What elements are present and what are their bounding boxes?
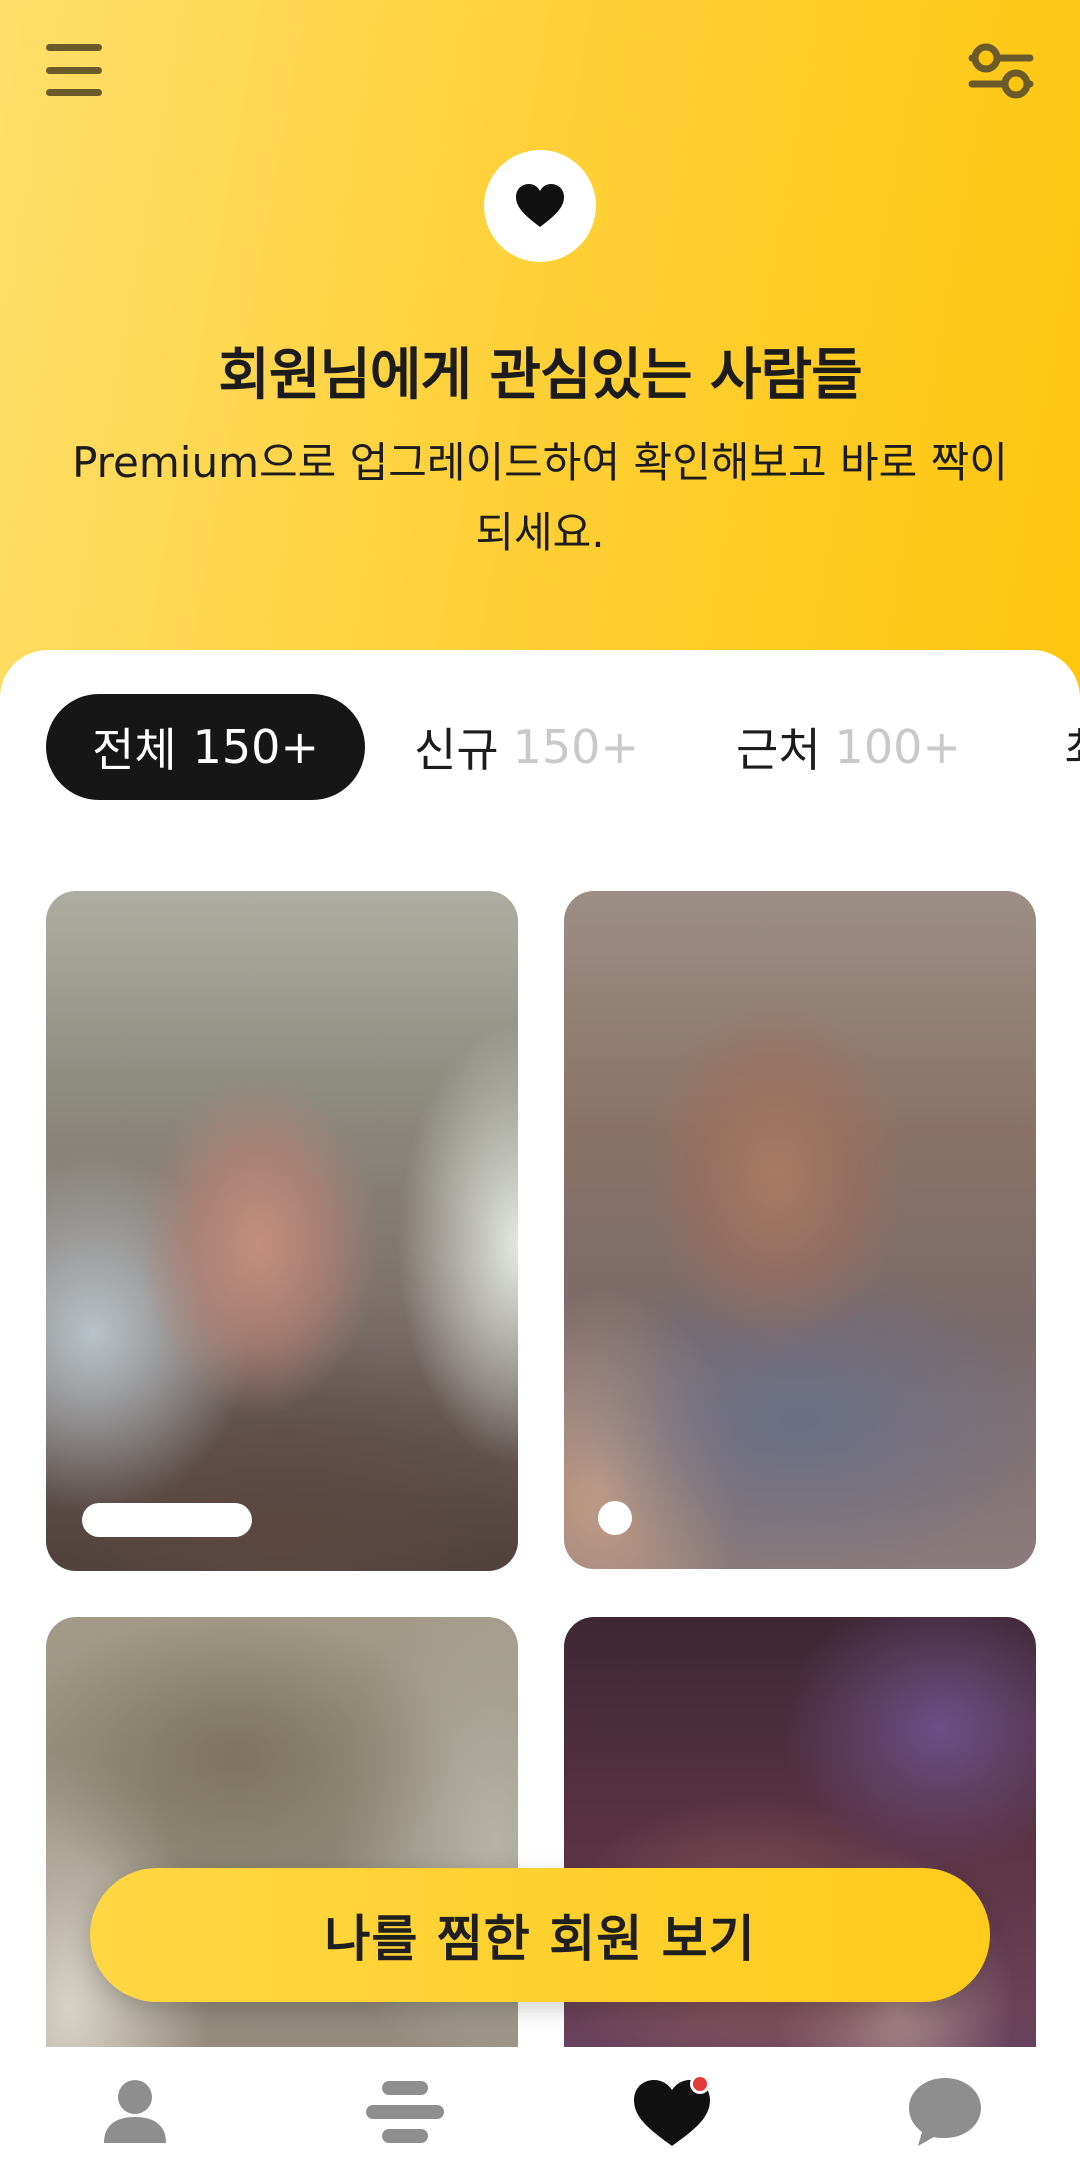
chat-icon: [909, 2078, 981, 2146]
tab-label: 근처: [736, 723, 821, 777]
heart-badge: [484, 150, 596, 262]
bottom-nav: [0, 2047, 1080, 2177]
nav-liked-you[interactable]: [620, 2047, 730, 2177]
header-banner: 회원님에게 관심있는 사람들 Premium으로 업그레이드하여 확인해보고 바…: [0, 0, 1080, 700]
tab-label: 신규: [414, 723, 499, 777]
tab-label: 최: [1064, 714, 1080, 780]
tab-label: 전체: [92, 723, 177, 777]
liked-you-icon: [634, 2074, 710, 2146]
tab-count: 150+: [512, 720, 639, 774]
menu-icon[interactable]: [44, 42, 104, 98]
discover-icon: [366, 2081, 444, 2143]
notification-dot: [693, 2077, 707, 2091]
page-subtitle: Premium으로 업그레이드하여 확인해보고 바로 짝이 되세요.: [72, 438, 1008, 557]
blurred-info-pill: [82, 1503, 252, 1537]
nav-chat[interactable]: [890, 2047, 1000, 2177]
online-dot: [598, 1501, 632, 1535]
profile-card[interactable]: [46, 891, 518, 1571]
tab-new[interactable]: 신규 150+: [414, 694, 639, 800]
tab-nearby[interactable]: 근처 100+: [736, 694, 961, 800]
tab-more[interactable]: 최: [1064, 694, 1080, 800]
nav-discover[interactable]: [350, 2047, 460, 2177]
nav-profile[interactable]: [80, 2047, 190, 2177]
tab-count: 150+: [192, 720, 319, 774]
profile-icon: [104, 2080, 166, 2143]
filter-icon[interactable]: [966, 36, 1036, 106]
profile-card[interactable]: [564, 891, 1036, 1569]
heart-icon: [516, 184, 564, 227]
tab-count: 100+: [834, 720, 961, 774]
tab-all[interactable]: 전체 150+: [46, 694, 365, 800]
see-who-liked-me-button[interactable]: 나를 찜한 회원 보기: [90, 1868, 990, 2002]
filter-tabs: 전체 150+ 신규 150+ 근처 100+ 최: [0, 694, 1080, 802]
page-title: 회원님에게 관심있는 사람들: [218, 343, 862, 408]
